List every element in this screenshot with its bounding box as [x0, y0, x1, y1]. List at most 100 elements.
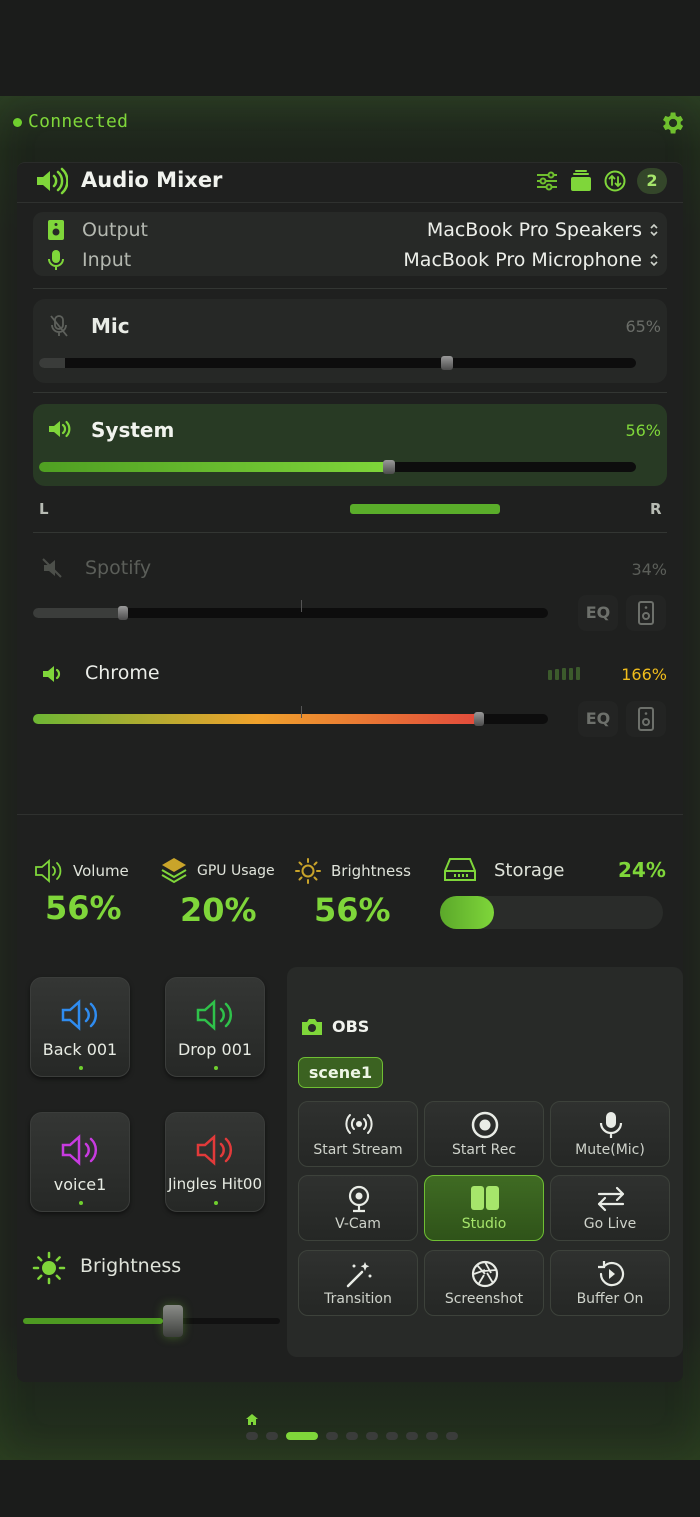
- gpu-label: GPU Usage: [197, 863, 275, 879]
- chrome-device-button[interactable]: [626, 701, 666, 737]
- brightness-slider-thumb[interactable]: [163, 1305, 183, 1337]
- sound-pad[interactable]: Back 001: [30, 977, 130, 1077]
- chrome-percent: 166%: [621, 665, 667, 684]
- output-label: Output: [82, 219, 148, 241]
- input-label: Input: [82, 249, 132, 271]
- mic-slider-fill: [39, 358, 65, 368]
- system-slider-fill: [39, 462, 389, 472]
- speaker-icon: [61, 999, 98, 1031]
- sliders-icon[interactable]: [536, 171, 558, 195]
- divider: [33, 392, 667, 393]
- top-bar: [0, 0, 700, 96]
- divider: [33, 532, 667, 533]
- swap-icon[interactable]: [604, 170, 626, 196]
- chrome-slider-thumb[interactable]: [474, 712, 484, 726]
- level-meter: [548, 666, 584, 680]
- broadcast-icon: [345, 1114, 373, 1134]
- output-select[interactable]: MacBook Pro Speakers: [427, 219, 642, 241]
- layers-icon[interactable]: [570, 170, 592, 196]
- mute-mic-button[interactable]: Mute(Mic): [550, 1101, 670, 1167]
- studio-icon: [471, 1186, 499, 1210]
- sound-pad[interactable]: Drop 001: [165, 977, 265, 1077]
- storage-drive-icon: [443, 857, 477, 887]
- storage-bar-fill: [440, 896, 494, 929]
- balance-slider[interactable]: [350, 504, 500, 514]
- balance-left-label: L: [39, 500, 49, 518]
- brightness-stat-label: Brightness: [331, 862, 411, 880]
- buffer-on-button[interactable]: Buffer On: [550, 1250, 670, 1316]
- speaker-icon[interactable]: [47, 418, 73, 444]
- screenshot-button[interactable]: Screenshot: [424, 1250, 544, 1316]
- page-dot[interactable]: [406, 1432, 418, 1440]
- mic-slider-thumb[interactable]: [441, 356, 453, 370]
- go-live-button[interactable]: Go Live: [550, 1175, 670, 1241]
- scene-button[interactable]: scene1: [298, 1057, 383, 1088]
- mic-muted-icon[interactable]: [49, 314, 69, 342]
- page-dot[interactable]: [446, 1432, 458, 1440]
- start-rec-button[interactable]: Start Rec: [424, 1101, 544, 1167]
- count-badge: 2: [637, 168, 667, 194]
- page-dot[interactable]: [386, 1432, 398, 1440]
- microphone-icon: [47, 249, 65, 275]
- speaker-icon[interactable]: [41, 663, 67, 689]
- arrows-swap-icon: [597, 1186, 625, 1212]
- pad-label: Jingles Hit00: [167, 1175, 262, 1193]
- page-dot[interactable]: [286, 1432, 318, 1440]
- spotify-label: Spotify: [85, 557, 152, 579]
- brightness-value: 56%: [314, 891, 391, 929]
- sound-pad[interactable]: Jingles Hit00: [165, 1112, 265, 1212]
- speaker-icon: [34, 167, 69, 199]
- chrome-eq-button[interactable]: EQ: [578, 701, 618, 737]
- pad-indicator: [214, 1201, 218, 1205]
- button-label: Transition: [324, 1291, 392, 1307]
- volume-label: Volume: [73, 862, 129, 880]
- sun-icon: [31, 1250, 67, 1290]
- webcam-icon: [348, 1185, 370, 1213]
- input-select[interactable]: MacBook Pro Microphone: [403, 249, 642, 271]
- sun-icon: [294, 857, 322, 889]
- connection-status-text: Connected: [28, 111, 129, 132]
- chrome-slider-fill: [33, 714, 481, 724]
- header-divider: [17, 202, 683, 203]
- spotify-eq-button[interactable]: EQ: [578, 595, 618, 631]
- spotify-slider-thumb[interactable]: [118, 606, 128, 620]
- brightness-slider-fill: [23, 1318, 163, 1324]
- speaker-muted-icon[interactable]: [41, 557, 65, 583]
- system-label: System: [91, 418, 175, 442]
- aperture-icon: [471, 1260, 499, 1288]
- connection-status-dot: [13, 118, 22, 127]
- chevron-updown-icon: [649, 252, 659, 272]
- gear-icon[interactable]: [658, 109, 686, 137]
- transition-button[interactable]: Transition: [298, 1250, 418, 1316]
- page-dot[interactable]: [266, 1432, 278, 1440]
- pad-label: Drop 001: [177, 1040, 253, 1059]
- section-divider: [17, 814, 683, 815]
- system-slider-thumb[interactable]: [383, 460, 395, 474]
- button-label: Screenshot: [444, 1291, 524, 1307]
- page-dot[interactable]: [366, 1432, 378, 1440]
- home-icon[interactable]: [245, 1411, 259, 1430]
- page-dot[interactable]: [326, 1432, 338, 1440]
- mic-slider[interactable]: [39, 358, 636, 368]
- brightness-slider-label: Brightness: [80, 1255, 182, 1277]
- page-dot[interactable]: [426, 1432, 438, 1440]
- center-tick: [301, 706, 302, 718]
- replay-icon: [598, 1261, 625, 1287]
- speaker-icon: [61, 1134, 98, 1166]
- volume-icon: [34, 858, 64, 888]
- obs-title: OBS: [332, 1017, 370, 1036]
- chevron-updown-icon: [649, 222, 659, 242]
- channel-mic: [33, 299, 667, 383]
- sound-pad[interactable]: voice1: [30, 1112, 130, 1212]
- studio-button[interactable]: Studio: [424, 1175, 544, 1241]
- pad-label: Back 001: [42, 1040, 118, 1059]
- mixer-title: Audio Mixer: [81, 168, 223, 192]
- pad-label: voice1: [53, 1175, 107, 1194]
- spotify-percent: 34%: [631, 560, 667, 579]
- start-stream-button[interactable]: Start Stream: [298, 1101, 418, 1167]
- page-dot[interactable]: [346, 1432, 358, 1440]
- page-dot[interactable]: [246, 1432, 258, 1440]
- spotify-device-button[interactable]: [626, 595, 666, 631]
- record-icon: [471, 1111, 499, 1139]
- v-cam-button[interactable]: V-Cam: [298, 1175, 418, 1241]
